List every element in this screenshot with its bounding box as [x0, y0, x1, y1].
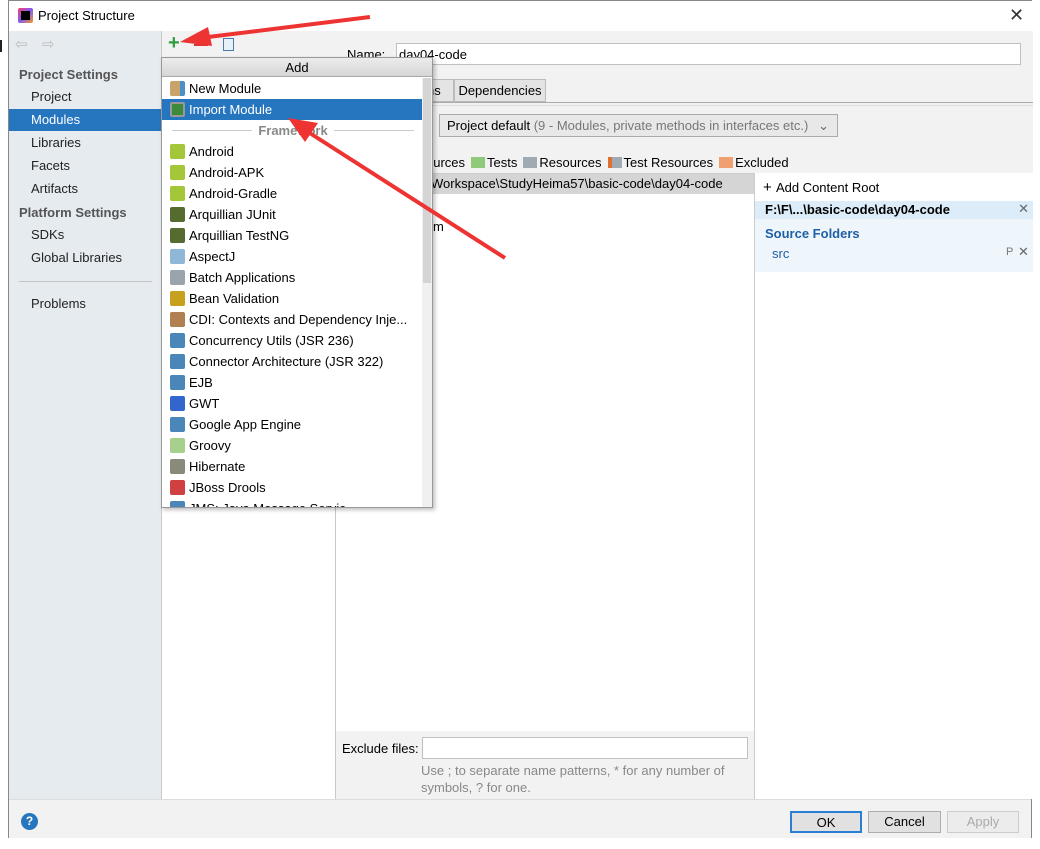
annotation-arrow-to-add: [180, 15, 371, 46]
annotation-arrows: [180, 15, 507, 260]
annotation-arrow-to-import-module: [288, 118, 507, 260]
